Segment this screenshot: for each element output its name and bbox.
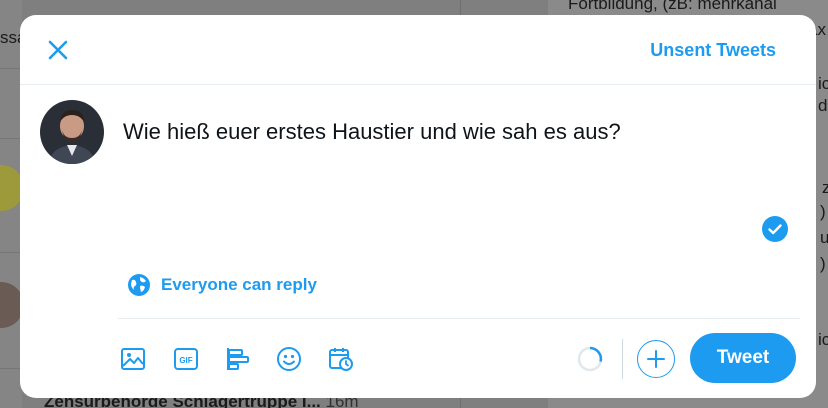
reply-setting-label: Everyone can reply [161,275,317,294]
background-text: ic [818,330,828,349]
schedule-icon [329,348,353,371]
toolbar-divider [118,318,800,319]
close-button[interactable] [43,35,73,65]
unsent-tweets-link[interactable]: Unsent Tweets [650,40,776,61]
background-text: u [820,228,828,247]
media-button[interactable] [119,345,147,373]
plus-icon [647,350,665,368]
svg-text:GIF: GIF [179,356,192,365]
user-avatar[interactable] [40,100,104,164]
avatar-image [40,100,104,164]
tweet-text-input[interactable]: Wie hieß euer erstes Haustier und wie sa… [123,119,773,145]
gif-button[interactable]: GIF [172,345,200,373]
background-divider [0,68,22,69]
image-icon [121,348,145,370]
background-text: ) [820,202,826,221]
background-text: ) [820,254,826,273]
background-text: d [818,96,828,115]
background-text: Fortbildung, (zB: mehrkanal [568,0,777,13]
gif-icon: GIF [174,348,198,370]
globe-icon [128,274,150,296]
close-icon [48,40,68,60]
background-text: z [822,178,828,197]
compose-tweet-modal: Unsent Tweets Wie hieß euer erstes Haust… [20,15,816,398]
add-tweet-button[interactable] [637,340,675,378]
background-divider [0,368,22,369]
background-divider [0,138,22,139]
schedule-button[interactable] [327,345,355,373]
check-circle-icon [762,216,788,242]
poll-button[interactable] [224,345,252,373]
background-text: ic [818,74,828,93]
emoji-button[interactable] [275,345,303,373]
toolbar-vertical-divider [622,339,623,379]
emoji-icon [277,347,301,371]
background-divider [0,252,22,253]
tweet-button[interactable]: Tweet [690,333,796,383]
reply-setting-button[interactable]: Everyone can reply [127,273,317,297]
modal-header: Unsent Tweets [20,15,816,85]
poll-icon [227,348,249,370]
character-count-ring [577,346,603,372]
